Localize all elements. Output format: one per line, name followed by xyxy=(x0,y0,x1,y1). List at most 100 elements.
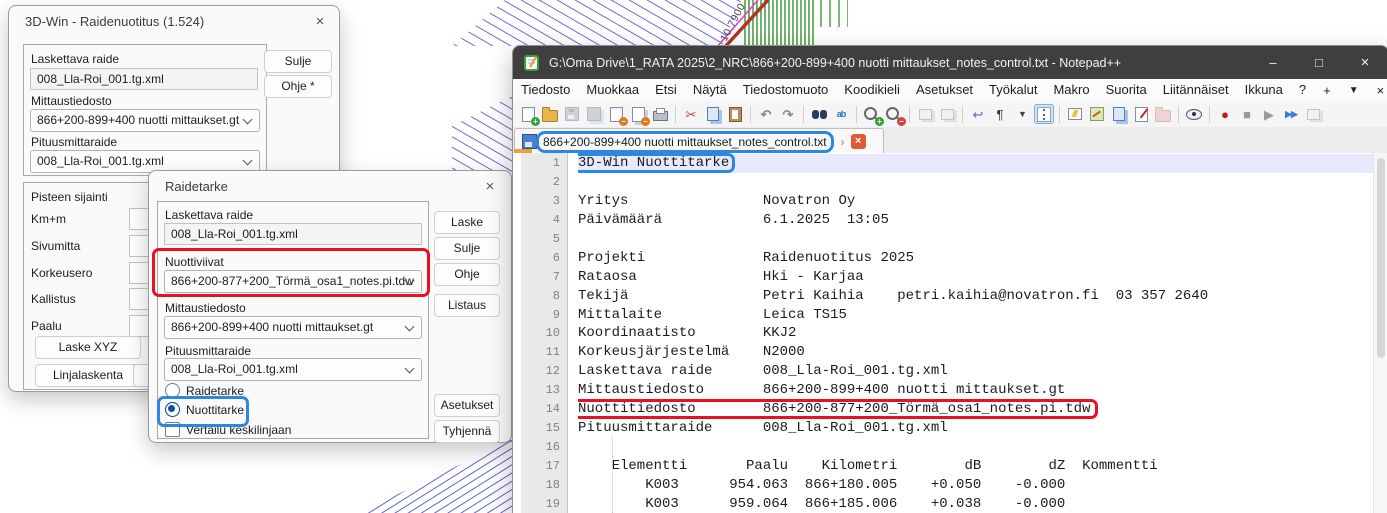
laske-button[interactable]: Laske xyxy=(434,211,500,234)
raidetarke-radio[interactable]: Raidetarke xyxy=(165,383,244,398)
pituusmittaraide-combobox[interactable]: 008_Lla-Roi_001.tg.xml xyxy=(164,358,422,381)
editor-line-15[interactable]: Pituusmittaraide 008_Lla-Roi_001.tg.xml xyxy=(578,419,1373,438)
sync-horizontal-icon[interactable] xyxy=(937,104,957,124)
asetukset-button[interactable]: Asetukset xyxy=(434,394,500,417)
mittaustiedosto-combobox[interactable]: 866+200-899+400 nuotti mittaukset.gt xyxy=(30,109,260,132)
editor-line-19[interactable]: K003 959.064 866+185.006 +0.038 -0.000 xyxy=(578,495,1373,513)
close-all-icon[interactable]: − xyxy=(628,104,648,124)
menu-?[interactable]: ? xyxy=(1291,79,1314,101)
shortcut-mapper-icon[interactable] xyxy=(1065,104,1085,124)
menu-etsi[interactable]: Etsi xyxy=(647,79,685,101)
cut-icon[interactable]: ✂ xyxy=(681,104,701,124)
zoom-out-icon[interactable]: − xyxy=(884,104,904,124)
editor-line-18[interactable]: K003 954.063 866+180.005 +0.050 -0.000 xyxy=(578,476,1373,495)
print-icon[interactable] xyxy=(650,104,670,124)
editor-line-1[interactable]: 3D-Win Nuottitarke xyxy=(578,154,1373,173)
editor-line-4[interactable]: Päivämäärä 6.1.2025 13:05 xyxy=(578,211,1373,230)
editor-line-2[interactable] xyxy=(578,173,1373,192)
listaus-button[interactable]: Listaus xyxy=(434,294,500,317)
indent-guide-icon[interactable] xyxy=(1034,104,1054,124)
editor-line-10[interactable]: Koordinaatisto KKJ2 xyxy=(578,324,1373,343)
macro-run-icon[interactable]: ▶▶ xyxy=(1281,104,1301,124)
mittaustiedosto-combobox[interactable]: 866+200-899+400 nuotti mittaukset.gt xyxy=(164,316,422,339)
nuottitarke-radio[interactable]: Nuottitarke xyxy=(165,402,244,417)
editor-line-8[interactable]: Tekijä Petri Kaihia petri.kaihia@novatro… xyxy=(578,287,1373,306)
editor[interactable]: 12345678910111213141516171819 3D-Win Nuo… xyxy=(513,153,1387,513)
nuottiviivat-combobox[interactable]: 866+200-877+200_Törmä_osa1_notes.pi.tdw xyxy=(164,270,422,293)
menu-asetukset[interactable]: Asetukset xyxy=(908,79,981,101)
close-icon[interactable]: × xyxy=(479,177,501,197)
text-area[interactable]: 3D-Win Nuottitarke Yritys Novatron OyPäiv… xyxy=(578,153,1373,513)
copy-icon[interactable] xyxy=(703,104,723,124)
macro-record-icon[interactable]: ● xyxy=(1215,104,1235,124)
linjalaskenta-button[interactable]: Linjalaskenta xyxy=(35,364,141,387)
document-list-icon[interactable] xyxy=(1109,104,1129,124)
folder-workspace-icon[interactable] xyxy=(1153,104,1173,124)
word-wrap-icon[interactable]: ↩ xyxy=(968,104,988,124)
sulje-button[interactable]: Sulje xyxy=(264,50,332,73)
save-icon[interactable] xyxy=(562,104,582,124)
tab-active-document[interactable]: 866+200-899+400 nuotti mittaukset_notes_… xyxy=(514,128,884,154)
menu-ikkuna[interactable]: Ikkuna xyxy=(1237,79,1291,101)
menu-suorita[interactable]: Suorita xyxy=(1098,79,1155,101)
undo-icon[interactable]: ↶ xyxy=(756,104,776,124)
editor-line-16[interactable] xyxy=(578,438,1373,457)
vertical-scrollbar[interactable] xyxy=(1373,153,1387,513)
menu-makro[interactable]: Makro xyxy=(1045,79,1097,101)
green-lines-sparse xyxy=(814,0,848,27)
view-eye-icon[interactable] xyxy=(1184,104,1204,124)
sulje-button[interactable]: Sulje xyxy=(434,237,500,260)
menu-koodikieli[interactable]: Koodikieli xyxy=(836,79,908,101)
tyhjenna-button[interactable]: Tyhjennä xyxy=(434,420,500,443)
menu-tiedostomuoto[interactable]: Tiedostomuoto xyxy=(735,79,837,101)
menu-n-yt-[interactable]: Näytä xyxy=(685,79,735,101)
close-tab-icon[interactable]: × xyxy=(1368,83,1387,98)
close-icon[interactable]: × xyxy=(1342,46,1387,79)
macro-save-icon[interactable] xyxy=(1303,104,1323,124)
line-number-margin[interactable]: 12345678910111213141516171819 xyxy=(521,153,568,513)
bookmark-margin[interactable] xyxy=(568,153,578,513)
open-folder-icon[interactable] xyxy=(540,104,560,124)
new-tab-icon[interactable]: + xyxy=(1314,83,1340,98)
close-icon[interactable]: × xyxy=(309,12,331,32)
show-all-chars-icon[interactable]: ¶ xyxy=(990,104,1010,124)
editor-line-17[interactable]: Elementti Paalu Kilometri dB dZ Kommentt… xyxy=(578,457,1373,476)
menu-liit-nn-iset[interactable]: Liitännäiset xyxy=(1155,79,1237,101)
paragraph-dropdown-icon[interactable]: ▼ xyxy=(1012,104,1032,124)
close-file-icon[interactable]: − xyxy=(606,104,626,124)
paste-icon[interactable] xyxy=(725,104,745,124)
find-icon[interactable] xyxy=(809,104,829,124)
laske-xyz-button[interactable]: Laske XYZ xyxy=(35,336,141,359)
save-all-icon[interactable] xyxy=(584,104,604,124)
scrollbar-thumb[interactable] xyxy=(1377,158,1385,358)
editor-line-13[interactable]: Mittaustiedosto 866+200-899+400 nuotti m… xyxy=(578,381,1373,400)
editor-line-7[interactable]: Rataosa Hki - Karjaa xyxy=(578,268,1373,287)
window-list-icon[interactable]: ▼ xyxy=(1340,85,1368,96)
editor-line-6[interactable]: Projekti Raidenuotitus 2025 xyxy=(578,249,1373,268)
menu-muokkaa[interactable]: Muokkaa xyxy=(578,79,647,101)
editor-line-12[interactable]: Laskettava raide 008_Lla-Roi_001.tg.xml xyxy=(578,362,1373,381)
document-map-icon[interactable] xyxy=(1087,104,1107,124)
editor-line-14[interactable]: Nuottitiedosto 866+200-877+200_Törmä_osa… xyxy=(578,400,1373,419)
redo-icon[interactable]: ↷ xyxy=(778,104,798,124)
editor-line-11[interactable]: Korkeusjärjestelmä N2000 xyxy=(578,343,1373,362)
editor-line-5[interactable] xyxy=(578,230,1373,249)
sync-vertical-icon[interactable] xyxy=(915,104,935,124)
minimize-icon[interactable]: – xyxy=(1250,46,1296,79)
editor-line-3[interactable]: Yritys Novatron Oy xyxy=(578,192,1373,211)
ghost-typing-icon[interactable] xyxy=(1131,104,1151,124)
new-file-icon[interactable]: + xyxy=(518,104,538,124)
menu-tiedosto[interactable]: Tiedosto xyxy=(513,79,578,101)
maximize-icon[interactable]: □ xyxy=(1296,46,1342,79)
zoom-in-icon[interactable]: + xyxy=(862,104,882,124)
replace-icon[interactable]: ab xyxy=(831,104,851,124)
macro-play-icon[interactable]: ▶ xyxy=(1259,104,1279,124)
vertailu-checkbox[interactable]: Vertailu keskilinjaan xyxy=(165,422,291,437)
ohje-button[interactable]: Ohje * xyxy=(264,75,332,98)
menu-ty-kalut[interactable]: Työkalut xyxy=(981,79,1045,101)
tab-close-icon[interactable]: × xyxy=(851,134,866,149)
ohje-button[interactable]: Ohje xyxy=(434,263,500,286)
title-bar[interactable]: G:\Oma Drive\1_RATA 2025\2_NRC\866+200-8… xyxy=(513,46,1387,79)
macro-stop-icon[interactable]: ■ xyxy=(1237,104,1257,124)
editor-line-9[interactable]: Mittalaite Leica TS15 xyxy=(578,306,1373,325)
